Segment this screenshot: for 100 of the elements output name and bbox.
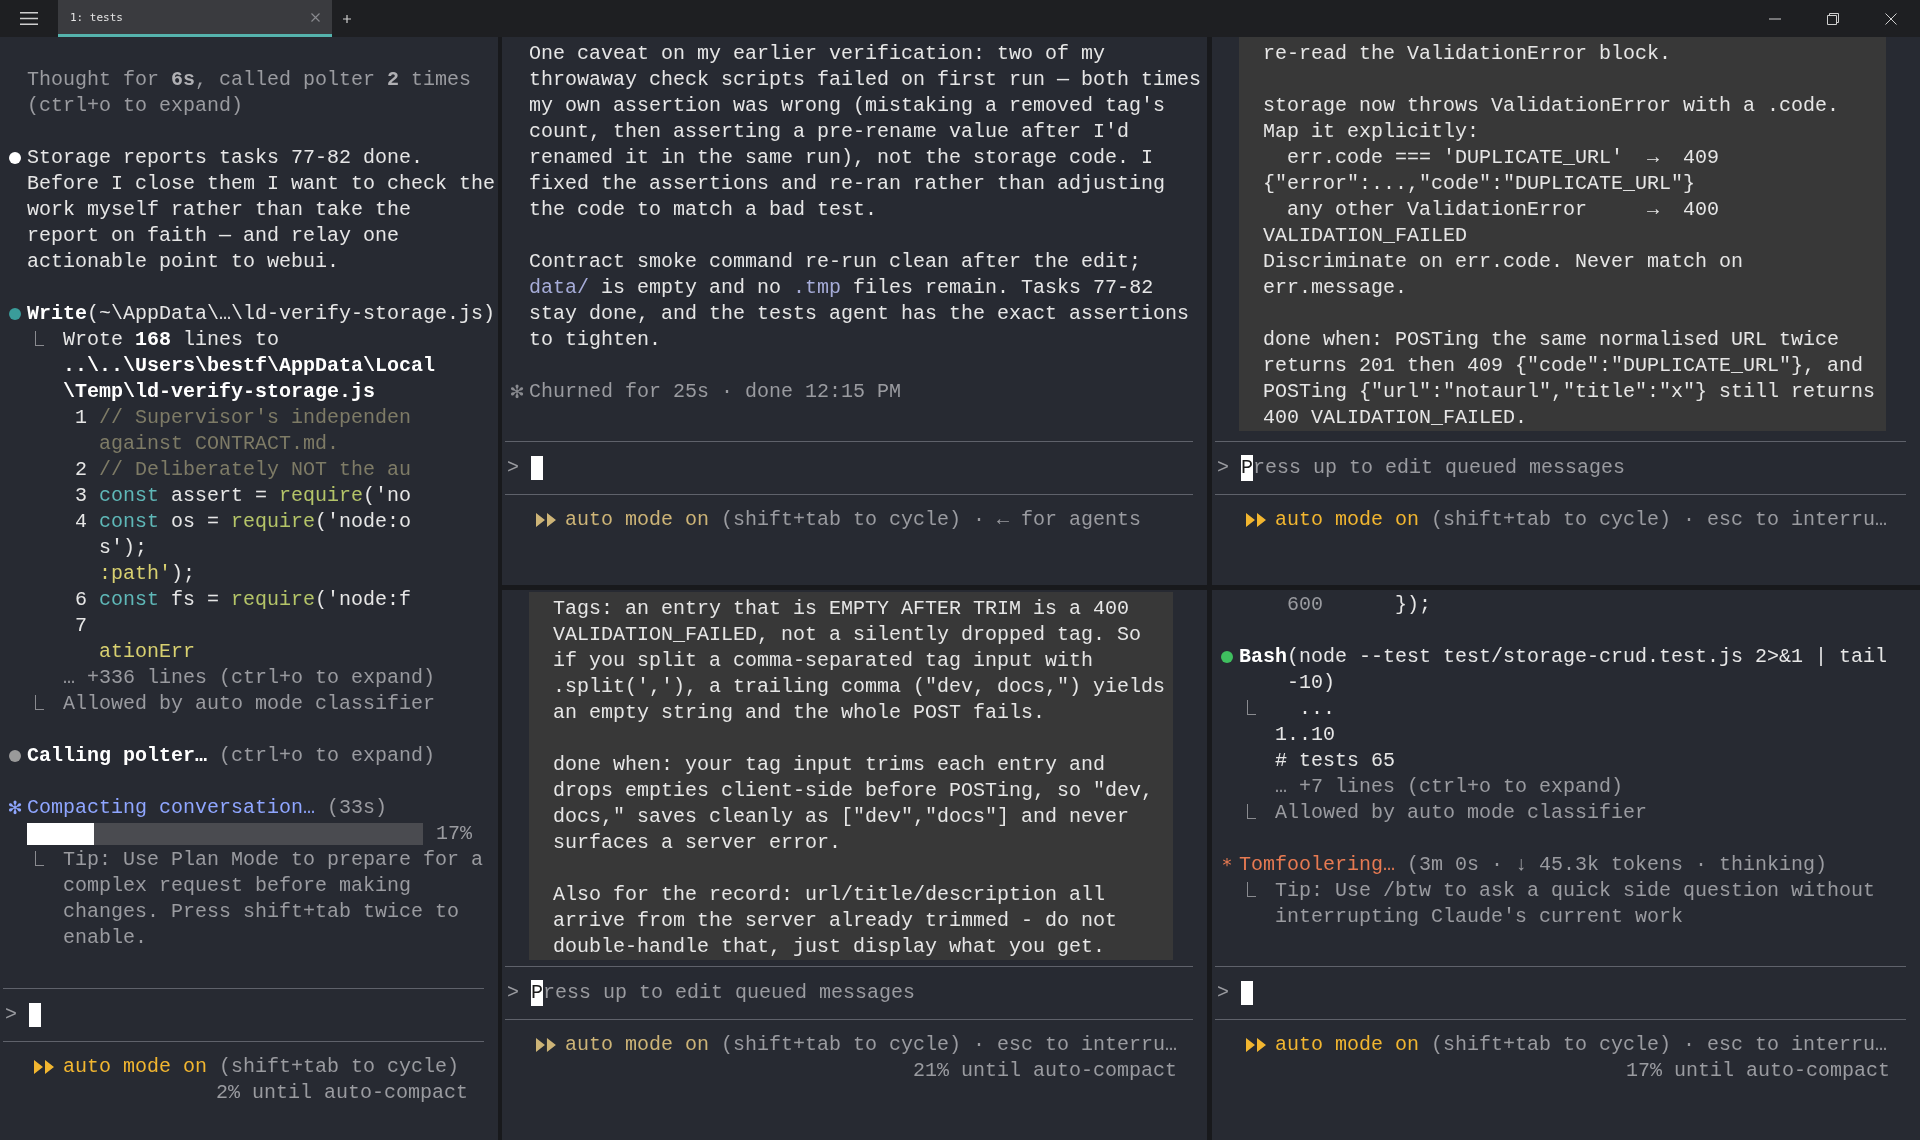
terminal-text: 3 const assert = require('no — [74, 483, 412, 509]
terminal-text: data/ is empty and no .tmp files remain. Tasks 77-82 — [529, 275, 1154, 301]
terminal-text: report on faith — and relay one — [27, 223, 400, 249]
text-cursor — [531, 456, 543, 480]
terminal-text: (ctrl+o to expand) — [27, 93, 244, 119]
terminal-text: VALIDATION_FAILED — [1263, 223, 1468, 249]
fast-forward-icon — [1245, 1037, 1267, 1053]
text-cursor — [29, 1003, 41, 1027]
terminal-text: … +7 lines (ctrl+o to expand) — [1274, 774, 1624, 800]
terminal-text: Churned for 25s · done 12:15 PM — [529, 379, 902, 405]
mode-hint: (shift+tab to cycle) · esc to interru… — [720, 1032, 1177, 1058]
terminal-tab[interactable]: 1: tests — [58, 0, 332, 37]
prompt-field[interactable]: > — [1215, 966, 1906, 1020]
spinner-icon: ✻ — [7, 795, 23, 821]
terminal-text: .split(','), a trailing comma ("dev, docs,") yields — [553, 674, 1166, 700]
terminal-text: against CONTRACT.md. — [98, 431, 340, 457]
close-icon — [1885, 12, 1897, 25]
terminal-text: Tomfoolering… (3m 0s · ↓ 45.3k tokens · thinking) — [1239, 852, 1828, 878]
terminal-text: docs," saves cleanly as ["dev","docs"] and never — [553, 804, 1130, 830]
mode-label: auto mode on — [1275, 507, 1420, 533]
terminal-text: any other ValidationError → 400 — [1286, 197, 1720, 223]
terminal-text: done when: POSTing the same normalised URL twice — [1263, 327, 1840, 353]
mode-hint: (shift+tab to cycle) · esc to interru… — [1431, 507, 1888, 533]
spinner-icon: * — [1222, 852, 1232, 878]
terminal-text: err.message. — [1263, 275, 1408, 301]
terminal-text: the code to match a bad test. — [529, 197, 878, 223]
terminal-text: renamed it in the same run), not the storage code. I — [529, 145, 1154, 171]
context-status: 2% until auto-compact — [215, 1080, 468, 1106]
terminal-text: storage now throws ValidationError with a .code. — [1263, 93, 1840, 119]
terminal-text: done when: your tag input trims each entry and — [553, 752, 1106, 778]
terminal-text: Allowed by auto mode classifier — [63, 691, 436, 717]
terminal-text: to tighten. — [529, 327, 662, 353]
terminal-text: actionable point to webui. — [27, 249, 340, 275]
terminal-text: {"error":...,"code":"DUPLICATE_URL"} — [1263, 171, 1696, 197]
prompt-caret: > — [1216, 980, 1230, 1006]
prompt-field[interactable]: > — [3, 988, 484, 1042]
terminal-text: -10) — [1286, 670, 1335, 696]
minimize-icon — [1769, 17, 1781, 20]
prompt-caret: > — [506, 980, 520, 1006]
prompt-caret: > — [4, 1002, 18, 1028]
terminal-text: Before I close them I want to check the — [27, 171, 496, 197]
terminal-text: Calling polter… (ctrl+o to expand) — [27, 743, 436, 769]
terminal-text: Storage reports tasks 77-82 done. — [27, 145, 424, 171]
terminal-text: double-handle that, just display what you get. — [553, 934, 1106, 960]
terminal-text: my own assertion was wrong (mistaking a removed tag's — [529, 93, 1166, 119]
terminal-text: Allowed by auto mode classifier — [1275, 800, 1648, 826]
spinner-icon: ✻ — [509, 379, 525, 405]
mode-label: auto mode on — [1275, 1032, 1420, 1058]
terminal-text: # tests 65 — [1274, 748, 1396, 774]
terminal-text: Tags: an entry that is EMPTY AFTER TRIM is a 400 — [553, 596, 1130, 622]
terminal-text: 400 VALIDATION_FAILED. — [1263, 405, 1528, 431]
terminal-text: Thought for 6s, called polter 2 times — [27, 67, 472, 93]
terminal-text: 1..10 — [1274, 722, 1335, 748]
progress-reading: 17% — [436, 821, 472, 847]
mode-label: auto mode on — [564, 1032, 709, 1058]
terminal-text: ... — [1298, 696, 1335, 722]
mode-label: auto mode on — [565, 507, 710, 533]
mode-label: auto mode on — [63, 1054, 208, 1080]
terminal-text: re-read the ValidationError block. — [1263, 41, 1672, 67]
mode-hint: (shift+tab to cycle) · ← for agents — [721, 507, 1142, 533]
tab-label: 1: tests — [70, 10, 123, 24]
close-icon[interactable] — [311, 12, 320, 22]
terminal-text: fixed the assertions and re-ran rather than adjusting — [529, 171, 1166, 197]
terminal-text: an empty string and the whole POST fails. — [553, 700, 1046, 726]
terminal-text: \Temp\ld-verify-storage.js — [62, 379, 376, 405]
terminal-text: complex request before making — [62, 873, 412, 899]
terminal-text: Tip: Use /btw to ask a quick side question without — [1275, 878, 1876, 904]
mode-hint: (shift+tab to cycle) · esc to interru… — [1431, 1032, 1888, 1058]
terminal-text: surfaces a server error. — [553, 830, 842, 856]
terminal-text: ..\..\Users\bestf\AppData\Local — [62, 353, 436, 379]
terminal-text: :path'); — [98, 561, 196, 587]
terminal-text: … +336 lines (ctrl+o to expand) — [62, 665, 436, 691]
terminal-text: 4 const os = require('node:o — [74, 509, 412, 535]
terminal-text: Tip: Use Plan Mode to prepare for a — [63, 847, 484, 873]
context-status: 17% until auto-compact — [1625, 1058, 1890, 1084]
terminal-text: Map it explicitly: — [1263, 119, 1480, 145]
terminal-text: count, then asserting a pre-rename value after I'd — [529, 119, 1130, 145]
fast-forward-icon — [535, 1037, 557, 1053]
context-status: 21% until auto-compact — [912, 1058, 1177, 1084]
terminal-text: s'); — [98, 535, 148, 561]
fast-forward-icon — [1245, 512, 1267, 528]
terminal-text: Bash(node --test test/storage-crud.test.js 2>&1 | tail — [1239, 644, 1888, 670]
plus-icon — [343, 14, 351, 23]
terminal-text: changes. Press shift+tab twice to — [62, 899, 460, 925]
terminal-text: POSTing {"url":"notaurl","title":"x"} still returns — [1263, 379, 1876, 405]
terminal-text: Also for the record: url/title/description all — [553, 882, 1106, 908]
terminal-text: 7 — [74, 613, 87, 639]
terminal-text: One caveat on my earlier verification: two of my — [529, 41, 1106, 67]
terminal-text: if you split a comma-separated tag input with — [553, 648, 1094, 674]
terminal-text: Discriminate on err.code. Never match on — [1263, 249, 1744, 275]
terminal-text: drops empties client-side before POSTing, so "dev, — [553, 778, 1154, 804]
terminal-text: Compacting conversation… (33s) — [27, 795, 388, 821]
restore-icon — [1827, 12, 1839, 25]
prompt-field[interactable]: > — [505, 441, 1193, 495]
terminal-text: VALIDATION_FAILED, not a silently dropped tag. So — [553, 622, 1142, 648]
fast-forward-icon — [535, 512, 557, 528]
terminal-text: Write(~\AppData\…\ld-verify-storage.js) — [27, 301, 496, 327]
terminal-text: Wrote 168 lines to — [63, 327, 280, 353]
terminal-text: interrupting Claude's current work — [1274, 904, 1684, 930]
prompt-caret: > — [1216, 455, 1230, 481]
